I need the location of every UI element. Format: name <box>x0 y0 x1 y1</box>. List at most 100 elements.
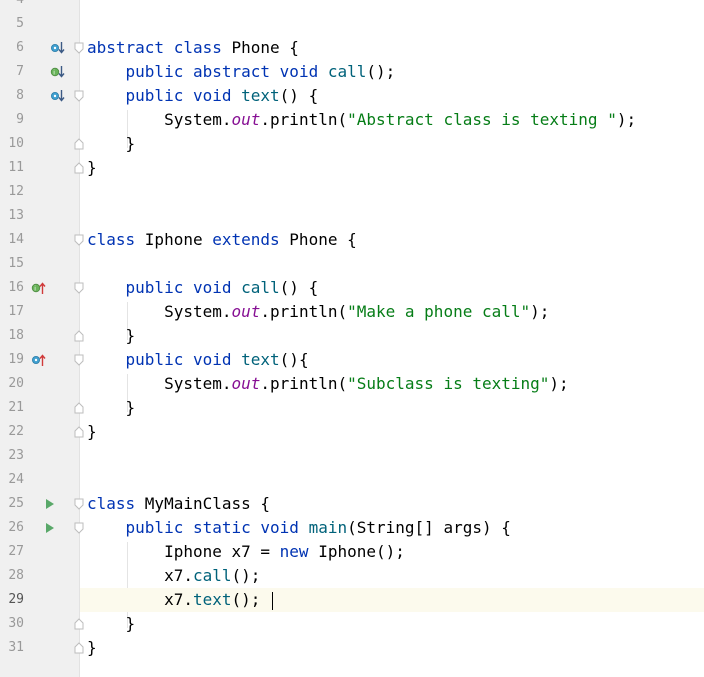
code-line[interactable]: public abstract void call(); 7 i <box>0 60 704 84</box>
code-line[interactable]: System.out.println("Subclass is texting"… <box>0 372 704 396</box>
code-line[interactable]: public void text(){ 19 <box>0 348 704 372</box>
fold-close-icon[interactable] <box>74 162 84 174</box>
code-line[interactable]: System.out.println("Make a phone call");… <box>0 300 704 324</box>
code-line-area[interactable] <box>80 0 704 12</box>
fold-open-icon[interactable] <box>74 354 84 366</box>
line-number[interactable]: 20 <box>0 372 24 396</box>
code-line-area[interactable] <box>80 252 704 276</box>
line-number[interactable]: 24 <box>0 468 24 492</box>
line-number[interactable]: 6 <box>0 36 24 60</box>
code-line-area[interactable]: System.out.println("Make a phone call"); <box>80 300 704 324</box>
code-line[interactable]: public void text() { 8 <box>0 84 704 108</box>
code-line-area[interactable]: Iphone x7 = new Iphone(); <box>80 540 704 564</box>
code-line-area[interactable]: } <box>80 420 704 444</box>
code-line[interactable]: System.out.println("Abstract class is te… <box>0 108 704 132</box>
code-editor[interactable]: 45 abstract class Phone { 6 public abstrac… <box>0 0 704 677</box>
line-number[interactable]: 17 <box>0 300 24 324</box>
code-line[interactable]: class Iphone extends Phone { 14 <box>0 228 704 252</box>
code-line[interactable]: } 18 <box>0 324 704 348</box>
line-number[interactable]: 25 <box>0 492 24 516</box>
code-line-area[interactable]: class Iphone extends Phone { <box>80 228 704 252</box>
fold-close-icon[interactable] <box>74 330 84 342</box>
overridden-down-icon[interactable] <box>50 88 66 104</box>
code-line[interactable]: } 11 <box>0 156 704 180</box>
code-line-area[interactable]: } <box>80 636 704 660</box>
line-number[interactable]: 15 <box>0 252 24 276</box>
code-line-area[interactable]: } <box>80 612 704 636</box>
code-line-area[interactable] <box>80 12 704 36</box>
code-line[interactable]: x7.call(); 28 <box>0 564 704 588</box>
line-number[interactable]: 7 <box>0 60 24 84</box>
code-line-area[interactable]: } <box>80 324 704 348</box>
code-line[interactable]: 12 <box>0 180 704 204</box>
implements-up-icon[interactable]: i <box>31 280 47 296</box>
code-line[interactable]: class MyMainClass {25 <box>0 492 704 516</box>
code-line[interactable]: 24 <box>0 468 704 492</box>
line-number[interactable]: 9 <box>0 108 24 132</box>
fold-close-icon[interactable] <box>74 426 84 438</box>
code-line[interactable]: public void call() {16 i <box>0 276 704 300</box>
code-line-area[interactable]: public abstract void call(); <box>80 60 704 84</box>
code-line[interactable]: } 31 <box>0 636 704 660</box>
code-line-area[interactable]: public void text() { <box>80 84 704 108</box>
code-line-area[interactable] <box>80 204 704 228</box>
implemented-method-down-icon[interactable]: i <box>50 64 66 80</box>
line-number[interactable]: 27 <box>0 540 24 564</box>
fold-close-icon[interactable] <box>74 642 84 654</box>
code-line[interactable]: 4 <box>0 0 704 12</box>
fold-close-icon[interactable] <box>74 402 84 414</box>
code-line[interactable]: x7.text(); 29 <box>0 588 704 612</box>
code-line-area[interactable] <box>80 444 704 468</box>
line-number[interactable]: 5 <box>0 12 24 36</box>
code-line-area[interactable]: abstract class Phone { <box>80 36 704 60</box>
implemented-down-icon[interactable] <box>50 40 66 56</box>
code-line[interactable]: } 10 <box>0 132 704 156</box>
run-icon[interactable] <box>42 520 58 536</box>
code-line-area[interactable]: } <box>80 132 704 156</box>
code-line[interactable]: 13 <box>0 204 704 228</box>
line-number[interactable]: 29 <box>0 588 24 612</box>
code-line-area[interactable] <box>80 180 704 204</box>
fold-open-icon[interactable] <box>74 498 84 510</box>
fold-close-icon[interactable] <box>74 618 84 630</box>
overrides-up-icon[interactable] <box>31 352 47 368</box>
line-number[interactable]: 13 <box>0 204 24 228</box>
fold-open-icon[interactable] <box>74 282 84 294</box>
line-number[interactable]: 19 <box>0 348 24 372</box>
fold-open-icon[interactable] <box>74 42 84 54</box>
code-line-area[interactable]: public static void main(String[] args) { <box>80 516 704 540</box>
fold-close-icon[interactable] <box>74 138 84 150</box>
code-line-area[interactable]: x7.call(); <box>80 564 704 588</box>
code-line[interactable]: abstract class Phone { 6 <box>0 36 704 60</box>
code-line[interactable]: } 30 <box>0 612 704 636</box>
code-line[interactable]: 5 <box>0 12 704 36</box>
code-line[interactable]: Iphone x7 = new Iphone(); 27 <box>0 540 704 564</box>
fold-open-icon[interactable] <box>74 522 84 534</box>
line-number[interactable]: 28 <box>0 564 24 588</box>
line-number[interactable]: 31 <box>0 636 24 660</box>
code-line-area[interactable]: } <box>80 156 704 180</box>
code-line-area[interactable]: System.out.println("Subclass is texting"… <box>80 372 704 396</box>
line-number[interactable]: 26 <box>0 516 24 540</box>
code-line[interactable]: } 21 <box>0 396 704 420</box>
code-line-area[interactable]: x7.text(); <box>80 588 704 612</box>
fold-open-icon[interactable] <box>74 90 84 102</box>
run-icon[interactable] <box>42 496 58 512</box>
line-number[interactable]: 18 <box>0 324 24 348</box>
line-number[interactable]: 8 <box>0 84 24 108</box>
line-number[interactable]: 23 <box>0 444 24 468</box>
line-number[interactable]: 30 <box>0 612 24 636</box>
line-number[interactable]: 10 <box>0 132 24 156</box>
code-line[interactable]: 23 <box>0 444 704 468</box>
code-line[interactable]: 15 <box>0 252 704 276</box>
code-line-area[interactable]: public void text(){ <box>80 348 704 372</box>
line-number[interactable]: 12 <box>0 180 24 204</box>
code-line-area[interactable]: public void call() { <box>80 276 704 300</box>
fold-open-icon[interactable] <box>74 234 84 246</box>
code-line-area[interactable]: } <box>80 396 704 420</box>
code-line[interactable]: public static void main(String[] args) {… <box>0 516 704 540</box>
line-number[interactable]: 21 <box>0 396 24 420</box>
line-number[interactable]: 14 <box>0 228 24 252</box>
code-line-area[interactable]: System.out.println("Abstract class is te… <box>80 108 704 132</box>
code-line[interactable]: } 22 <box>0 420 704 444</box>
